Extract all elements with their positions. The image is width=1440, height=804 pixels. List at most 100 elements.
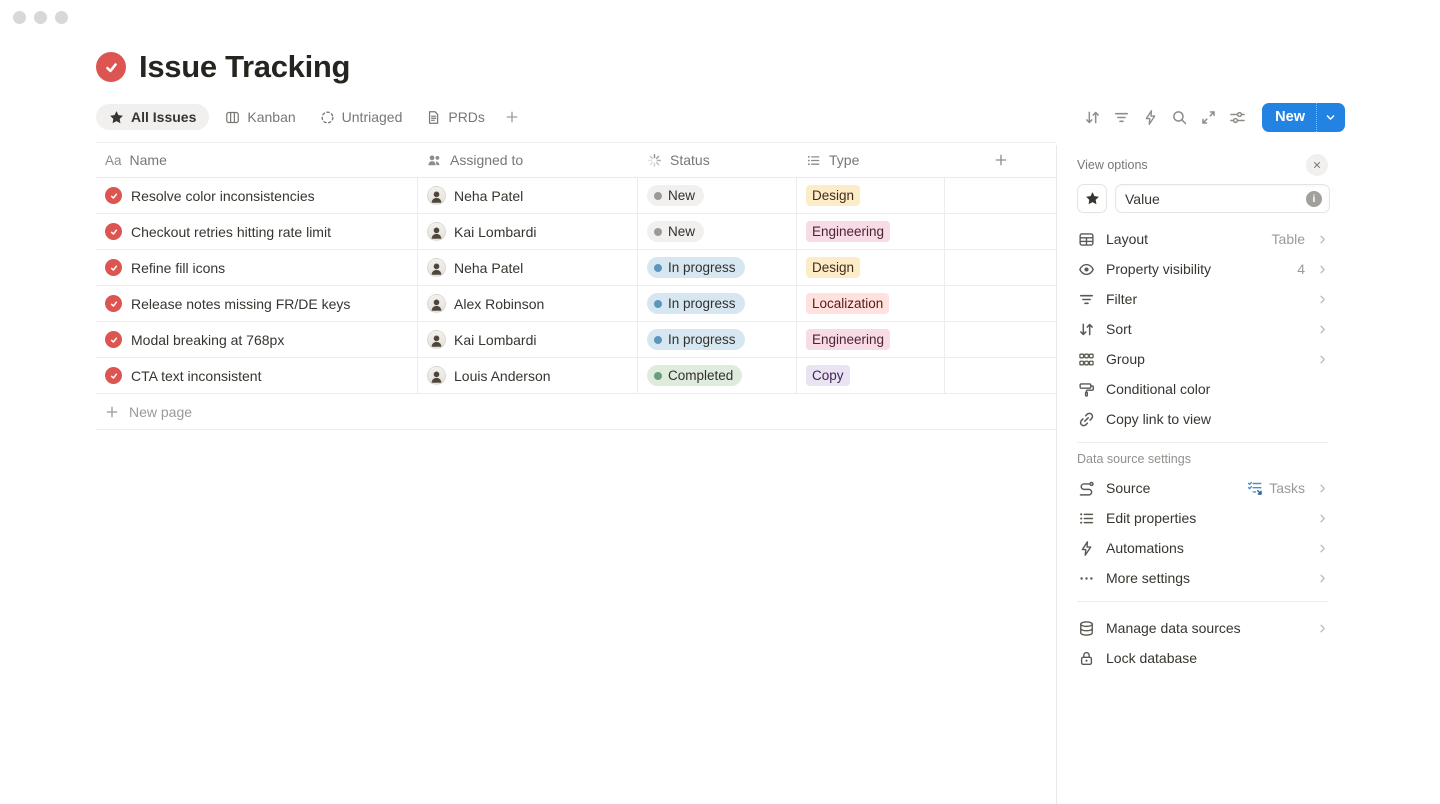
- status-dot: [654, 336, 662, 344]
- avatar: [427, 366, 446, 385]
- extra-cell[interactable]: [945, 214, 1056, 249]
- status-cell[interactable]: In progress: [638, 322, 797, 357]
- type-cell[interactable]: Localization: [797, 286, 945, 321]
- view-name-row: i: [1077, 184, 1328, 213]
- tab-prds[interactable]: PRDs: [418, 104, 493, 130]
- info-icon[interactable]: i: [1306, 191, 1322, 207]
- assignee-cell[interactable]: Neha Patel: [418, 178, 638, 213]
- view-toolbar: New: [1080, 103, 1345, 132]
- add-property-button[interactable]: [945, 143, 1056, 177]
- table-row[interactable]: Resolve color inconsistencies Neha Patel…: [96, 178, 1056, 214]
- sort-button[interactable]: [1080, 105, 1105, 130]
- window-control-dot[interactable]: [55, 11, 68, 24]
- window-control-dot[interactable]: [13, 11, 26, 24]
- type-tag: Engineering: [806, 221, 890, 242]
- status-cell[interactable]: In progress: [638, 286, 797, 321]
- name-cell[interactable]: CTA text inconsistent: [96, 358, 418, 393]
- extra-cell[interactable]: [945, 358, 1056, 393]
- type-cell[interactable]: Copy: [797, 358, 945, 393]
- table-row[interactable]: CTA text inconsistent Louis Anderson Com…: [96, 358, 1056, 394]
- sliders-icon: [1229, 109, 1246, 126]
- menu-item-layout[interactable]: Layout Table: [1077, 224, 1328, 254]
- column-header-status[interactable]: Status: [638, 143, 797, 177]
- extra-cell[interactable]: [945, 286, 1056, 321]
- column-header-assigned-to[interactable]: Assigned to: [418, 143, 638, 177]
- red-check-circle-icon[interactable]: [96, 52, 126, 82]
- menu-item-more-settings[interactable]: More settings: [1077, 563, 1328, 593]
- tab-kanban[interactable]: Kanban: [217, 104, 303, 130]
- table-row[interactable]: Refine fill icons Neha Patel In progress…: [96, 250, 1056, 286]
- column-header-name[interactable]: Aa Name: [96, 143, 418, 177]
- table-row[interactable]: Checkout retries hitting rate limit Kai …: [96, 214, 1056, 250]
- new-button[interactable]: New: [1262, 103, 1316, 132]
- window-control-dot[interactable]: [34, 11, 47, 24]
- menu-item-conditional-color[interactable]: Conditional color: [1077, 374, 1328, 404]
- add-view-button[interactable]: [499, 104, 525, 130]
- menu-item-group[interactable]: Group: [1077, 344, 1328, 374]
- automations-button[interactable]: [1138, 105, 1163, 130]
- chevron-right-icon: [1317, 513, 1328, 524]
- menu-item-filter[interactable]: Filter: [1077, 284, 1328, 314]
- chevron-right-icon: [1317, 234, 1328, 245]
- avatar: [427, 258, 446, 277]
- table-header-row: Aa Name Assigned to Status Type: [96, 142, 1056, 178]
- type-cell[interactable]: Design: [797, 250, 945, 285]
- menu-item-sort[interactable]: Sort: [1077, 314, 1328, 344]
- database-icon: [1078, 620, 1095, 637]
- type-cell[interactable]: Design: [797, 178, 945, 213]
- name-cell[interactable]: Modal breaking at 768px: [96, 322, 418, 357]
- new-dropdown-button[interactable]: [1316, 103, 1345, 132]
- menu-item-property-visibility[interactable]: Property visibility 4: [1077, 254, 1328, 284]
- filter-button[interactable]: [1109, 105, 1134, 130]
- name-cell[interactable]: Resolve color inconsistencies: [96, 178, 418, 213]
- avatar: [427, 222, 446, 241]
- view-icon-button[interactable]: [1077, 184, 1107, 213]
- menu-item-source[interactable]: Source Tasks: [1077, 473, 1328, 503]
- name-cell[interactable]: Checkout retries hitting rate limit: [96, 214, 418, 249]
- red-check-circle-icon: [105, 187, 122, 204]
- window-controls: [13, 11, 68, 24]
- type-cell[interactable]: Engineering: [797, 214, 945, 249]
- assignee-cell[interactable]: Louis Anderson: [418, 358, 638, 393]
- status-cell[interactable]: Completed: [638, 358, 797, 393]
- search-button[interactable]: [1167, 105, 1192, 130]
- tab-toolbar-row: All Issues Kanban Untriaged PRDs New: [96, 102, 1345, 132]
- close-icon: [1312, 160, 1322, 170]
- assignee-cell[interactable]: Kai Lombardi: [418, 214, 638, 249]
- assignee-cell[interactable]: Neha Patel: [418, 250, 638, 285]
- issues-table: Aa Name Assigned to Status Type Resolve …: [96, 142, 1056, 430]
- menu-item-edit-properties[interactable]: Edit properties: [1077, 503, 1328, 533]
- view-settings-button[interactable]: [1225, 105, 1250, 130]
- plus-icon: [505, 110, 519, 124]
- extra-cell[interactable]: [945, 322, 1056, 357]
- type-cell[interactable]: Engineering: [797, 322, 945, 357]
- column-header-type[interactable]: Type: [797, 143, 945, 177]
- page-header: Issue Tracking All Issues Kanban Untriag…: [0, 0, 1440, 132]
- close-panel-button[interactable]: [1306, 154, 1328, 176]
- menu-item-automations[interactable]: Automations: [1077, 533, 1328, 563]
- assignee-cell[interactable]: Alex Robinson: [418, 286, 638, 321]
- extra-cell[interactable]: [945, 250, 1056, 285]
- search-icon: [1171, 109, 1188, 126]
- divider: [1077, 442, 1328, 443]
- tab-untriaged[interactable]: Untriaged: [312, 104, 411, 130]
- view-name-input[interactable]: [1125, 191, 1306, 207]
- menu-item-manage-data-sources[interactable]: Manage data sources: [1077, 613, 1328, 643]
- table-row[interactable]: Modal breaking at 768px Kai Lombardi In …: [96, 322, 1056, 358]
- menu-item-lock-database[interactable]: Lock database: [1077, 643, 1328, 673]
- name-cell[interactable]: Release notes missing FR/DE keys: [96, 286, 418, 321]
- name-cell[interactable]: Refine fill icons: [96, 250, 418, 285]
- status-cell[interactable]: New: [638, 214, 797, 249]
- menu-item-copy-link-to-view[interactable]: Copy link to view: [1077, 404, 1328, 434]
- tab-all-issues[interactable]: All Issues: [96, 104, 209, 130]
- extra-cell[interactable]: [945, 178, 1056, 213]
- status-cell[interactable]: New: [638, 178, 797, 213]
- filter-icon: [1078, 291, 1095, 308]
- new-page-row[interactable]: New page: [96, 394, 1056, 430]
- expand-button[interactable]: [1196, 105, 1221, 130]
- table-row[interactable]: Release notes missing FR/DE keys Alex Ro…: [96, 286, 1056, 322]
- status-cell[interactable]: In progress: [638, 250, 797, 285]
- chevron-down-icon: [1325, 112, 1336, 123]
- status-badge: New: [647, 185, 704, 206]
- assignee-cell[interactable]: Kai Lombardi: [418, 322, 638, 357]
